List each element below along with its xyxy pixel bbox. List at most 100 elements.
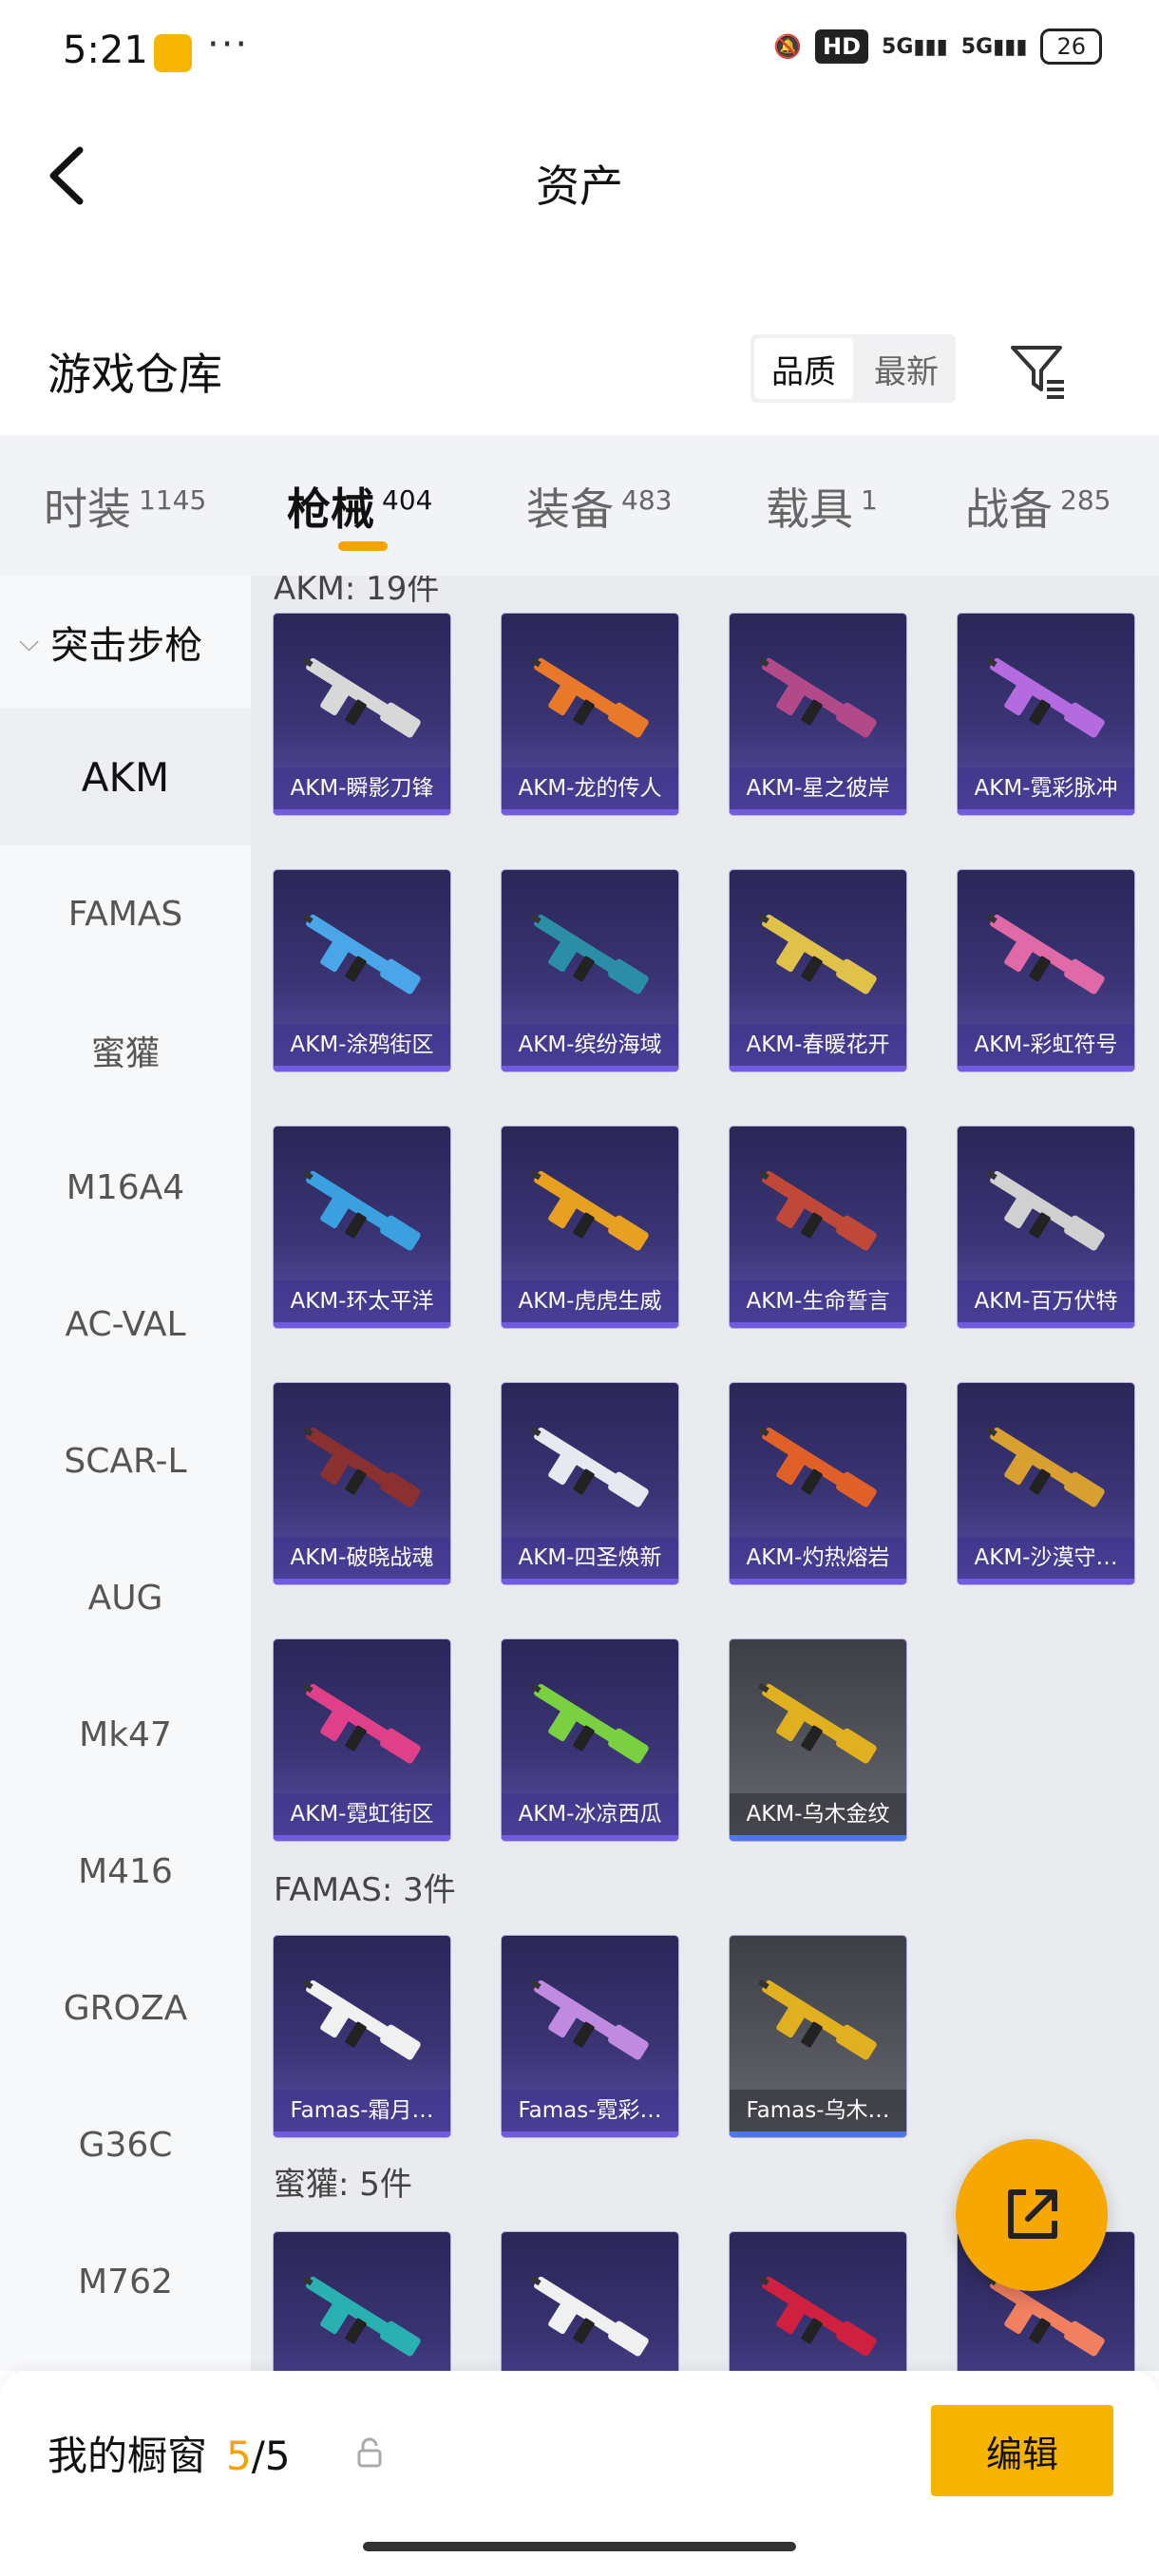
skin-card[interactable]: AKM-星之彼岸 [730,614,906,815]
sort-toggle: 品质 最新 [750,334,956,403]
sidebar-item-g36c[interactable]: G36C [0,2076,251,2213]
skin-card[interactable]: AKM-百万伏特 [958,1127,1134,1328]
rarity-bar [502,1066,678,1071]
skin-card[interactable]: AKM-生命誓言 [730,1127,906,1328]
skin-name: AKM-缤纷海域 [502,1024,678,1066]
status-time: 5:21 [63,28,148,72]
weapon-skin-image [758,1979,877,2060]
skin-name: AKM-生命誓言 [730,1280,906,1322]
section-title-famas: FAMAS: 3件 [274,1871,456,1909]
skin-card[interactable]: AKM-瞬影刀锋 [274,614,450,815]
tab-vehicles[interactable]: 载具 1 [766,475,878,538]
skin-card[interactable]: AKM-彩虹符号 [958,870,1134,1071]
weapon-skin-image [530,913,649,994]
warehouse-title: 游戏仓库 [48,349,222,400]
sidebar-item-m416[interactable]: M416 [0,1803,251,1940]
skin-card[interactable]: AKM-龙的传人 [502,614,678,815]
skin-card[interactable]: Famas-霜月… [274,1936,450,2137]
sidebar-item-ac-val[interactable]: AC-VAL [0,1256,251,1392]
skin-name: AKM-春暖花开 [730,1024,906,1066]
signal-icon-2: 5G▮▮▮ [960,34,1028,59]
skin-name: AKM-虎虎生威 [502,1280,678,1322]
tab-equipment[interactable]: 装备 483 [526,475,672,538]
skin-card[interactable]: AKM-霓虹街区 [274,1639,450,1841]
skin-name: AKM-乌木金纹 [730,1793,906,1835]
rarity-bar [274,2131,450,2137]
weapon-skin-image [986,913,1105,994]
weapon-skin-image [986,656,1105,738]
section-title-akm: AKM: 19件 [274,576,440,608]
status-bar: 5:21 ··· 🔕 HD 5G▮▮▮ 5G▮▮▮ 26 [0,0,1159,104]
rarity-bar [730,1579,906,1584]
skin-card[interactable]: AKM-破晓战魂 [274,1383,450,1584]
sort-newest-button[interactable]: 最新 [857,334,956,403]
skin-card[interactable]: AKM-乌木金纹 [730,1639,906,1841]
tab-firearms[interactable]: 枪械 404 [287,475,432,538]
rarity-bar [502,1579,678,1584]
weapon-skin-image [530,1169,649,1251]
skin-card[interactable] [274,2232,450,2371]
skin-name: AKM-龙的传人 [502,767,678,809]
rarity-bar [730,1066,906,1071]
rarity-bar [274,809,450,815]
filter-icon[interactable] [1007,340,1068,401]
skin-card[interactable] [730,2232,906,2371]
rarity-bar [958,1066,1134,1071]
skin-card[interactable]: AKM-涂鸦街区 [274,870,450,1071]
skin-card[interactable]: AKM-缤纷海域 [502,870,678,1071]
weapon-skin-image [758,913,877,994]
skin-card[interactable]: AKM-四圣焕新 [502,1383,678,1584]
share-button[interactable] [956,2139,1108,2291]
sidebar-item-m762[interactable]: M762 [0,2213,251,2350]
rarity-bar [274,1835,450,1841]
rarity-bar [274,1322,450,1328]
sidebar-item-aug[interactable]: AUG [0,1529,251,1666]
weapon-skin-image [302,1426,421,1507]
rarity-bar [502,809,678,815]
rarity-bar [730,809,906,815]
weapon-sidebar: ⌵ 突击步枪 AKM FAMAS 蜜獾 M16A4 AC-VAL SCAR-L … [0,576,251,2371]
skin-name: Famas-霜月… [274,2090,450,2131]
skin-card[interactable]: AKM-春暖花开 [730,870,906,1071]
tab-fashion[interactable]: 时装 1145 [44,475,206,538]
category-tabs: 时装 1145 枪械 404 装备 483 载具 1 战备 285 [0,435,1159,576]
sidebar-item-m16a4[interactable]: M16A4 [0,1119,251,1256]
weapon-skin-image [302,1979,421,2060]
tab-supplies[interactable]: 战备 285 [965,475,1111,538]
sidebar-item-groza[interactable]: GROZA [0,1940,251,2076]
hd-badge: HD [815,29,869,64]
mute-icon: 🔕 [773,33,803,60]
battery-icon: 26 [1040,28,1102,65]
skin-card[interactable]: AKM-冰凉西瓜 [502,1639,678,1841]
skin-name: AKM-四圣焕新 [502,1537,678,1579]
skin-card[interactable]: Famas-霓彩… [502,1936,678,2137]
sidebar-item-mk47[interactable]: Mk47 [0,1666,251,1803]
skin-card[interactable]: AKM-虎虎生威 [502,1127,678,1328]
skin-name: AKM-灼热熔岩 [730,1537,906,1579]
sidebar-item-famas[interactable]: FAMAS [0,845,251,982]
skin-card[interactable] [502,2232,678,2371]
notification-app-icon [154,34,192,72]
weapon-skin-image [986,1426,1105,1507]
sidebar-item-honey-badger[interactable]: 蜜獾 [0,982,251,1119]
showcase-label: 我的橱窗 5/5 [48,2433,291,2479]
rarity-bar [502,1322,678,1328]
sidebar-group-assault-rifle[interactable]: ⌵ 突击步枪 [0,576,251,709]
skin-card[interactable]: AKM-霓彩脉冲 [958,614,1134,815]
skin-card[interactable]: AKM-环太平洋 [274,1127,450,1328]
weapon-skin-image [530,2275,649,2357]
rarity-bar [730,2131,906,2137]
edit-button[interactable]: 编辑 [931,2405,1113,2496]
skin-card[interactable]: AKM-灼热熔岩 [730,1383,906,1584]
sidebar-item-akm[interactable]: AKM [0,709,251,845]
rarity-bar [958,809,1134,815]
sort-quality-button[interactable]: 品质 [754,338,853,399]
skin-name: AKM-霓虹街区 [274,1793,450,1835]
skin-card[interactable]: Famas-乌木… [730,1936,906,2137]
skin-name: Famas-霓彩… [502,2090,678,2131]
sidebar-item-scar-l[interactable]: SCAR-L [0,1392,251,1529]
skin-card[interactable]: AKM-沙漠守… [958,1383,1134,1584]
rarity-bar [502,1835,678,1841]
skin-name: AKM-环太平洋 [274,1280,450,1322]
weapon-skin-image [530,1979,649,2060]
